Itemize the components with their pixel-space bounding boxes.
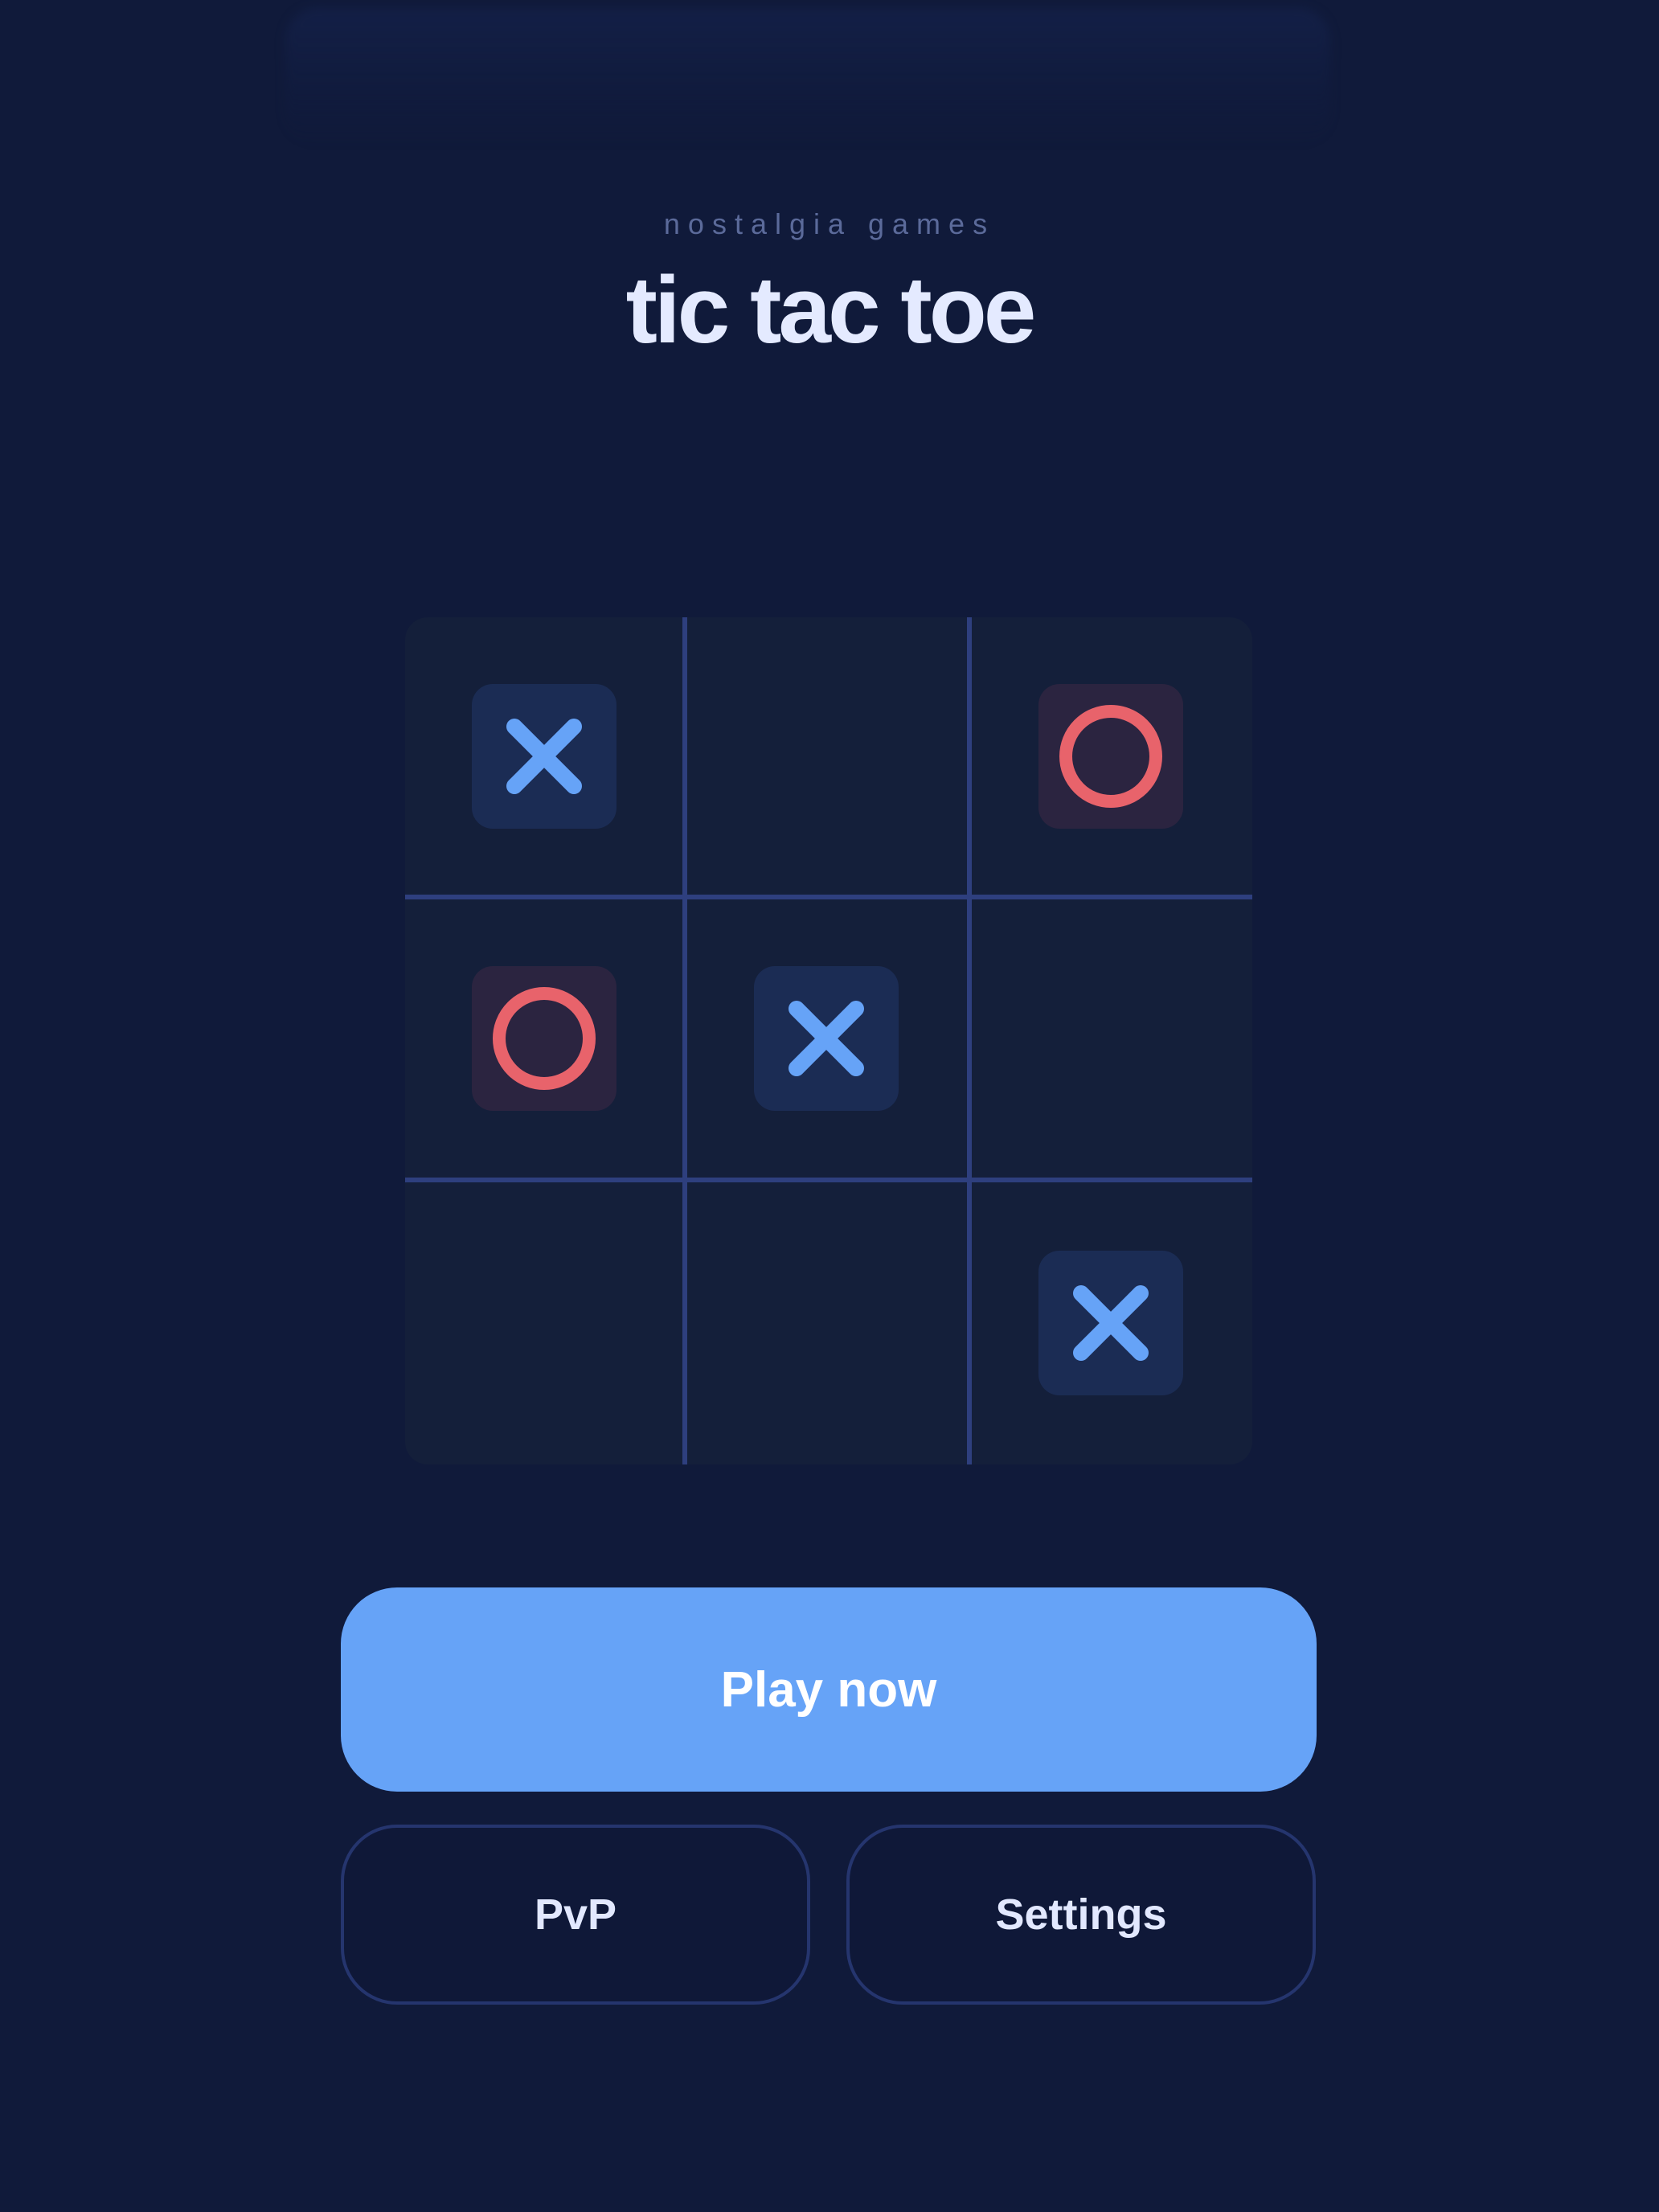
x-mark-icon [506,718,582,794]
board-cell-r2-c1[interactable] [405,899,682,1177]
top-banner [285,8,1330,145]
o-mark-icon [492,986,596,1090]
play-now-button[interactable]: Play now [341,1587,1317,1792]
board-cell-r2-c2[interactable] [687,899,965,1177]
board-cell-r1-c1[interactable] [405,617,682,895]
game-board [405,617,1252,1464]
brand-subtitle: nostalgia games [663,207,996,240]
board-cell-r1-c3[interactable] [972,617,1249,895]
board-cell-r2-c3[interactable] [972,899,1249,1177]
page-title: tic tac toe [625,257,1037,363]
board-cell-r1-c2[interactable] [687,617,965,895]
board-cell-r3-c3[interactable] [972,1184,1249,1461]
board-cell-r3-c1[interactable] [405,1184,682,1461]
x-tile [753,965,899,1111]
pvp-button[interactable]: PvP [341,1825,810,2005]
o-tile [471,965,616,1111]
x-mark-icon [1072,1284,1149,1361]
o-mark-icon [1059,704,1162,808]
board-cell-r3-c2[interactable] [687,1184,965,1461]
x-mark-icon [788,1000,864,1076]
x-tile [471,683,616,829]
grid-line [405,1178,1252,1182]
o-tile [1038,683,1183,829]
x-tile [1038,1250,1183,1395]
settings-button[interactable]: Settings [846,1825,1316,2005]
